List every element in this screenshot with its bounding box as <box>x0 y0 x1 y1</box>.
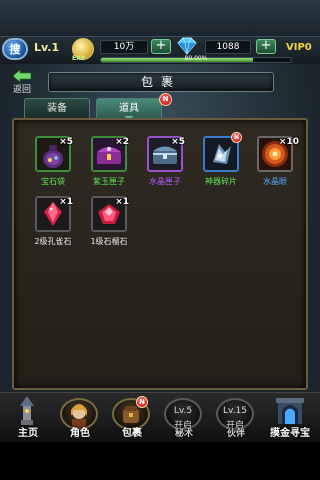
item-count: ×5 <box>171 137 185 147</box>
diamond-icon <box>177 37 197 55</box>
item-count: ×5 <box>59 137 73 147</box>
nav-label: 伙伴 <box>226 429 245 439</box>
nav-label: 秘术 <box>174 429 193 439</box>
item-name: 紫玉匣子 <box>93 177 125 186</box>
inventory-slot[interactable]: ×10 水晶眼 <box>247 136 303 196</box>
nav-new-badge: N <box>136 396 148 408</box>
nav-treasure-hunt[interactable]: 摸金寻宝 <box>264 396 316 440</box>
unlock-level: Lv.15 <box>223 406 247 416</box>
tab-items[interactable]: 道具 <box>96 98 162 118</box>
nav-label: 摸金寻宝 <box>270 428 310 439</box>
tab-new-badge: N <box>159 93 172 106</box>
nav-label: 包裹 <box>122 428 142 439</box>
nav-home[interactable]: 主页 <box>4 396 52 440</box>
inventory-slot[interactable]: ×2 紫玉匣子 <box>81 136 137 196</box>
screen-bottom-margin <box>0 442 320 480</box>
item-count: ×2 <box>115 137 129 147</box>
nav-label: 主页 <box>18 428 38 439</box>
page-title: 包裹 <box>48 72 274 92</box>
item-name: 1级石榴石 <box>90 237 128 246</box>
artifact-fragment-icon <box>205 138 237 170</box>
inventory-panel: ×5 宝石袋 ×2 紫玉匣子 ×5 水晶匣子 N 神器碎片 ×10 水晶眼 ×1… <box>12 118 308 390</box>
inventory-slot[interactable]: ×1 1级石榴石 <box>81 196 137 256</box>
item-count: ×1 <box>115 197 129 207</box>
back-button[interactable]: 返回 <box>6 70 38 98</box>
inventory-slot[interactable]: ×1 2级孔雀石 <box>25 196 81 256</box>
player-level: Lv.1 <box>34 41 60 54</box>
nav-bag[interactable]: N 包裹 <box>108 396 156 440</box>
nav-secret-arts[interactable]: Lv.5 开启 秘术 <box>160 396 208 440</box>
inventory-slot[interactable]: N 神器碎片 <box>193 132 249 196</box>
exp-percent-text: 80.00% <box>184 55 208 62</box>
gem-amount: 1088 <box>205 40 251 54</box>
search-button[interactable]: 搜 <box>2 38 28 60</box>
add-gems-button[interactable]: + <box>256 39 276 54</box>
tab-equipment[interactable]: 装备 <box>24 98 90 118</box>
back-label: 返回 <box>12 85 31 95</box>
home-tower-icon <box>20 396 34 425</box>
vip-level[interactable]: VIP0 <box>286 42 312 53</box>
nav-label: 角色 <box>70 428 90 439</box>
coin-amount: 10万 <box>100 40 148 54</box>
item-count: ×1 <box>59 197 73 207</box>
item-name: 水晶匣子 <box>149 177 181 186</box>
inventory-slot[interactable]: ×5 水晶匣子 <box>137 136 193 196</box>
nav-character[interactable]: 角色 <box>56 396 104 440</box>
exp-label: EXP <box>72 55 86 62</box>
item-new-badge: N <box>231 132 242 143</box>
item-name: 神器碎片 <box>205 177 237 186</box>
unlock-level: Lv.5 <box>173 406 193 416</box>
item-name: 宝石袋 <box>41 177 65 186</box>
back-arrow-icon <box>13 70 31 82</box>
item-count: ×10 <box>278 137 299 147</box>
nav-partners[interactable]: Lv.15 开启 伙伴 <box>212 396 260 440</box>
item-name: 2级孔雀石 <box>34 237 72 246</box>
treasure-gate-icon <box>276 398 304 424</box>
item-name: 水晶眼 <box>263 177 287 186</box>
add-coins-button[interactable]: + <box>151 39 171 54</box>
inventory-slot[interactable]: ×5 宝石袋 <box>25 136 81 196</box>
